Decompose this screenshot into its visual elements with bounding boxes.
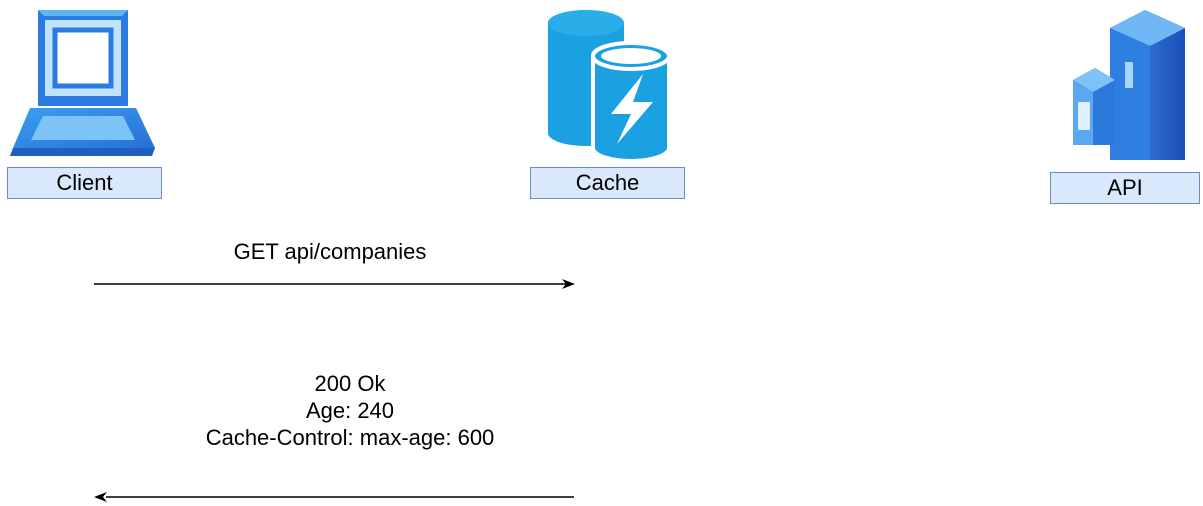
laptop-icon <box>5 8 155 163</box>
cache-database-icon <box>543 8 673 163</box>
server-icon <box>1065 10 1190 165</box>
response-arrow <box>94 492 574 502</box>
cache-label: Cache <box>530 167 685 199</box>
response-status-line: 200 Ok <box>314 371 386 396</box>
response-age-line: Age: 240 <box>305 398 395 423</box>
response-cache-control-line: Cache-Control: max-age: 600 <box>205 425 495 450</box>
request-arrow <box>94 279 575 289</box>
request-message-label: GET api/companies <box>233 239 427 264</box>
api-label: API <box>1050 172 1200 204</box>
response-message-label: 200 Ok Age: 240 Cache-Control: max-age: … <box>140 370 560 451</box>
client-label: Client <box>7 167 162 199</box>
